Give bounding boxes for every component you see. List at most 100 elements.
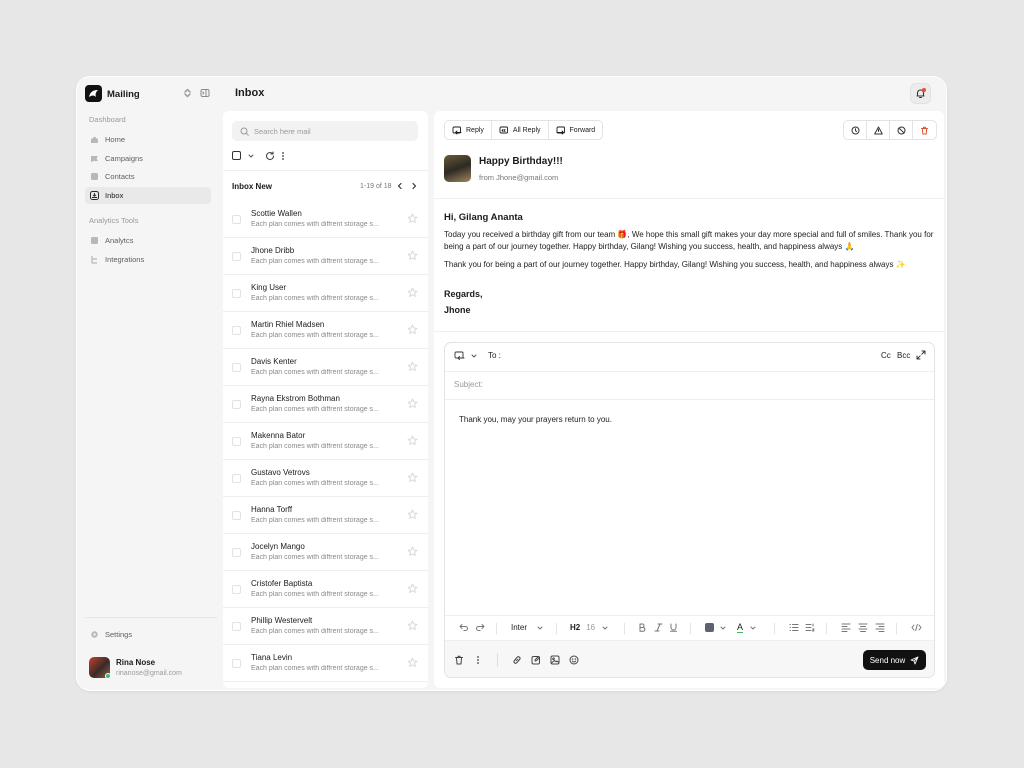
align-right-icon[interactable] xyxy=(875,623,885,632)
text-color-select[interactable] xyxy=(705,623,727,632)
row-checkbox[interactable] xyxy=(232,474,241,483)
mail-row[interactable]: Davis Kenter Each plan comes with diffren… xyxy=(223,349,428,386)
font-family-select[interactable]: Inter xyxy=(511,623,544,632)
star-icon[interactable] xyxy=(407,213,418,224)
block-button[interactable] xyxy=(890,121,913,139)
sidebar-item-settings[interactable]: Settings xyxy=(85,626,211,643)
send-button[interactable]: Send now xyxy=(863,650,926,670)
mail-row[interactable]: Gustavo Vetrovs Each plan comes with diff… xyxy=(223,460,428,497)
reply-mode-icon[interactable] xyxy=(454,351,465,361)
refresh-icon[interactable] xyxy=(265,151,275,161)
row-checkbox[interactable] xyxy=(232,511,241,520)
star-icon[interactable] xyxy=(407,287,418,298)
sidebar-item-contacts[interactable]: Contacts xyxy=(85,168,211,185)
select-all-checkbox[interactable] xyxy=(232,151,241,160)
mail-row[interactable]: Makenna Bator Each plan comes with diffre… xyxy=(223,423,428,460)
emoji-icon[interactable] xyxy=(569,655,579,665)
sidebar-item-home[interactable]: Home xyxy=(85,131,211,148)
format-toolbar: Inter H2 16 A xyxy=(445,615,934,640)
row-checkbox[interactable] xyxy=(232,585,241,594)
mail-row[interactable]: King User Each plan comes with diffrent s… xyxy=(223,275,428,312)
star-icon[interactable] xyxy=(407,657,418,668)
star-icon[interactable] xyxy=(407,435,418,446)
redo-icon[interactable] xyxy=(475,623,485,631)
row-checkbox[interactable] xyxy=(232,437,241,446)
row-checkbox[interactable] xyxy=(232,400,241,409)
mail-row[interactable]: Hanna Torff Each plan comes with diffrent… xyxy=(223,497,428,534)
all-reply-button[interactable]: All Reply xyxy=(492,121,549,139)
report-button[interactable] xyxy=(867,121,890,139)
row-checkbox[interactable] xyxy=(232,326,241,335)
chevron-updown-icon[interactable] xyxy=(183,88,192,98)
star-icon[interactable] xyxy=(407,361,418,372)
sidebar-toggle-icon[interactable] xyxy=(200,88,210,98)
mail-row[interactable]: Scottie Wallen Each plan comes with diffr… xyxy=(223,201,428,238)
bold-icon[interactable] xyxy=(638,623,647,632)
mail-row[interactable]: Jocelyn Mango Each plan comes with diffre… xyxy=(223,534,428,571)
star-icon[interactable] xyxy=(407,620,418,631)
to-field-label[interactable]: To : xyxy=(488,351,501,360)
heading-select[interactable]: H2 16 xyxy=(570,623,609,632)
mail-row[interactable]: Cristofer Baptista Each plan comes with d… xyxy=(223,571,428,608)
undo-icon[interactable] xyxy=(459,623,469,631)
mail-row[interactable]: Tiana Levin Each plan comes with diffrent… xyxy=(223,645,428,682)
underline-icon[interactable] xyxy=(669,623,678,632)
composer-body-input[interactable]: Thank you, may your prayers return to yo… xyxy=(459,415,612,424)
star-icon[interactable] xyxy=(407,583,418,594)
sidebar-item-campaigns[interactable]: Campaigns xyxy=(85,150,211,167)
chevron-down-icon[interactable] xyxy=(470,352,478,360)
numbered-list-icon[interactable] xyxy=(805,623,815,632)
more-vertical-icon[interactable] xyxy=(476,655,480,665)
mail-row[interactable]: Phillip Westervelt Each plan comes with d… xyxy=(223,608,428,645)
notification-button[interactable] xyxy=(910,83,931,104)
search-input[interactable]: Search here mail xyxy=(232,121,418,141)
forward-button[interactable]: Forward xyxy=(549,121,603,139)
star-icon[interactable] xyxy=(407,509,418,520)
row-checkbox[interactable] xyxy=(232,659,241,668)
expand-icon[interactable] xyxy=(916,350,926,360)
image-icon[interactable] xyxy=(550,655,560,665)
row-checkbox[interactable] xyxy=(232,252,241,261)
link-icon[interactable] xyxy=(512,655,522,665)
row-checkbox[interactable] xyxy=(232,289,241,298)
align-center-icon[interactable] xyxy=(858,623,868,632)
reply-button[interactable]: Reply xyxy=(445,121,492,139)
star-icon[interactable] xyxy=(407,472,418,483)
row-checkbox[interactable] xyxy=(232,622,241,631)
edit-icon[interactable] xyxy=(531,655,541,665)
star-icon[interactable] xyxy=(407,398,418,409)
more-vertical-icon[interactable] xyxy=(281,151,285,161)
highlight-color-select[interactable]: A xyxy=(737,623,757,633)
star-icon[interactable] xyxy=(407,250,418,261)
cc-button[interactable]: Cc xyxy=(881,351,891,360)
row-checkbox[interactable] xyxy=(232,363,241,372)
sidebar-item-analytics[interactable]: Analytcs xyxy=(85,232,211,249)
mail-preview: Each plan comes with diffrent storage s.… xyxy=(251,517,379,524)
bullet-list-icon[interactable] xyxy=(789,623,799,632)
mail-row[interactable]: Rayna Ekstrom Bothman Each plan comes wit… xyxy=(223,386,428,423)
align-left-icon[interactable] xyxy=(841,623,851,632)
code-icon[interactable] xyxy=(911,623,922,632)
subject-input[interactable]: Subject: xyxy=(454,380,483,389)
chevron-down-icon[interactable] xyxy=(247,152,255,160)
delete-button[interactable] xyxy=(913,121,936,139)
star-icon[interactable] xyxy=(407,546,418,557)
chevron-left-icon[interactable] xyxy=(395,181,405,191)
sidebar-item-inbox[interactable]: Inbox xyxy=(85,187,211,204)
mail-row[interactable]: Martin Rhiel Madsen Each plan comes with … xyxy=(223,312,428,349)
mail-row[interactable]: Jhone Dribb Each plan comes with diffrent… xyxy=(223,238,428,275)
bcc-button[interactable]: Bcc xyxy=(897,351,910,360)
chevron-right-icon[interactable] xyxy=(409,181,419,191)
snooze-button[interactable] xyxy=(844,121,867,139)
row-checkbox[interactable] xyxy=(232,548,241,557)
integrations-icon xyxy=(90,255,99,264)
mail-regards: Regards, xyxy=(444,289,483,299)
italic-icon[interactable] xyxy=(654,623,663,632)
star-icon[interactable] xyxy=(407,324,418,335)
sidebar-item-integrations[interactable]: Integrations xyxy=(85,251,211,268)
app-name[interactable]: Mailing xyxy=(107,89,140,100)
sidebar-item-label: Analytcs xyxy=(105,236,134,245)
section-label-dashboard: Dashboard xyxy=(89,115,126,124)
row-checkbox[interactable] xyxy=(232,215,241,224)
discard-draft-button[interactable] xyxy=(454,655,464,665)
